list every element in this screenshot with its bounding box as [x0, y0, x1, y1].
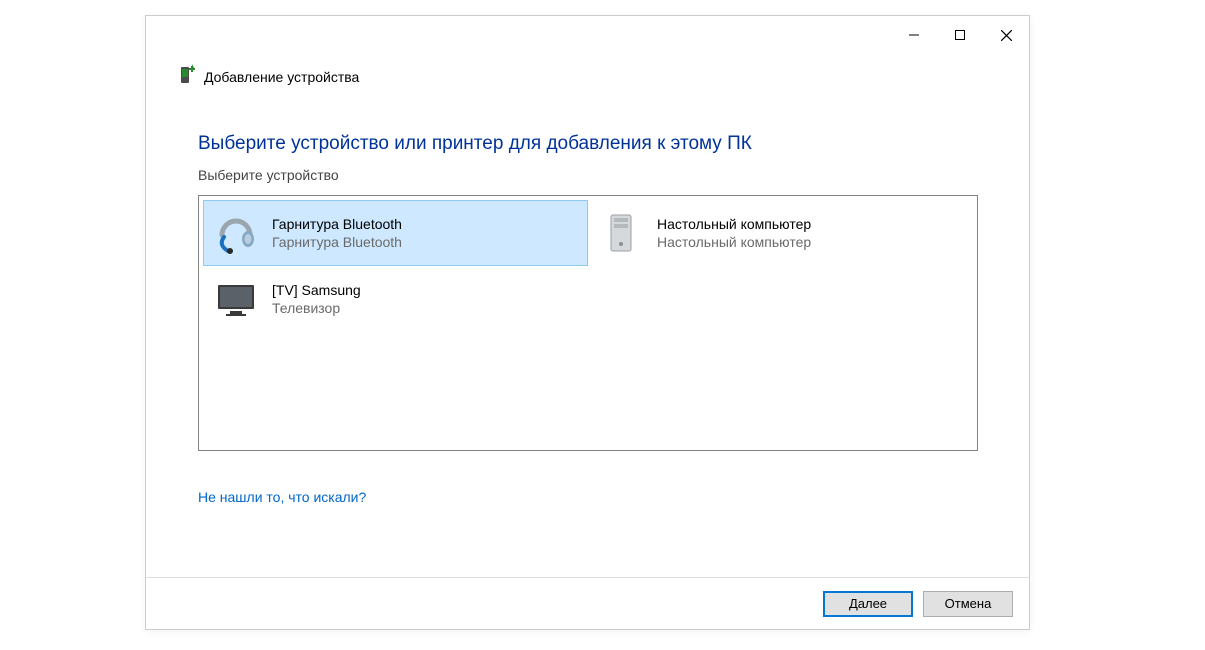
- device-name: Гарнитура Bluetooth: [272, 215, 402, 233]
- cancel-button[interactable]: Отмена: [923, 591, 1013, 617]
- device-type: Телевизор: [272, 299, 361, 317]
- help-link[interactable]: Не нашли то, что искали?: [198, 489, 366, 505]
- main-heading: Выберите устройство или принтер для доба…: [198, 133, 977, 155]
- headset-icon: [212, 209, 260, 257]
- dialog-window: Добавление устройства Выберите устройств…: [145, 15, 1030, 630]
- device-type: Настольный компьютер: [657, 233, 811, 251]
- device-name: [TV] Samsung: [272, 281, 361, 299]
- next-button[interactable]: Далее: [823, 591, 913, 617]
- device-type: Гарнитура Bluetooth: [272, 233, 402, 251]
- sub-heading: Выберите устройство: [198, 167, 977, 183]
- minimize-icon: [909, 30, 919, 40]
- add-device-wizard-icon: [176, 64, 196, 89]
- device-item-desktop[interactable]: Настольный компьютер Настольный компьюте…: [588, 200, 973, 266]
- desktop-icon: [597, 209, 645, 257]
- tv-icon: [212, 275, 260, 323]
- dialog-content: Выберите устройство или принтер для доба…: [146, 95, 1029, 515]
- dialog-footer: Далее Отмена: [146, 577, 1029, 629]
- device-item-tv[interactable]: [TV] Samsung Телевизор: [203, 266, 588, 332]
- dialog-title: Добавление устройства: [204, 69, 359, 85]
- maximize-icon: [955, 30, 965, 40]
- device-list: Гарнитура Bluetooth Гарнитура Bluetooth …: [198, 195, 978, 451]
- maximize-button[interactable]: [937, 20, 983, 50]
- titlebar: [146, 16, 1029, 54]
- close-icon: [1001, 30, 1012, 41]
- device-name: Настольный компьютер: [657, 215, 811, 233]
- dialog-header: Добавление устройства: [146, 54, 1029, 95]
- minimize-button[interactable]: [891, 20, 937, 50]
- device-item-headset[interactable]: Гарнитура Bluetooth Гарнитура Bluetooth: [203, 200, 588, 266]
- window-controls: [891, 20, 1029, 50]
- device-text: Настольный компьютер Настольный компьюте…: [657, 215, 811, 251]
- device-text: [TV] Samsung Телевизор: [272, 281, 361, 317]
- device-text: Гарнитура Bluetooth Гарнитура Bluetooth: [272, 215, 402, 251]
- close-button[interactable]: [983, 20, 1029, 50]
